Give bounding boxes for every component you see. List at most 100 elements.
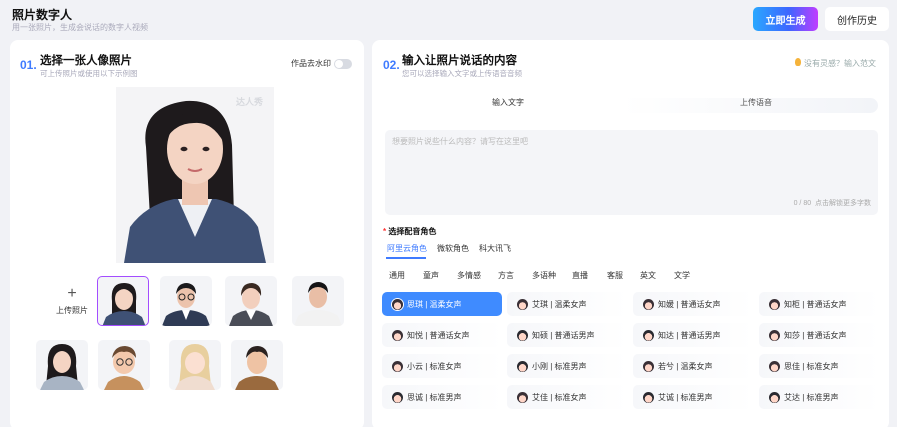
- voice-option-label: 知硕 | 普通话男声: [532, 330, 595, 340]
- history-button[interactable]: 创作历史: [825, 7, 889, 31]
- tab-iflytek-voices[interactable]: 科大讯飞: [479, 243, 511, 254]
- step-subtitle: 您可以选择输入文字或上传语音音频: [402, 69, 522, 78]
- voice-option[interactable]: 艾佳 | 标准女声: [507, 385, 627, 409]
- voice-avatar-icon: [643, 391, 654, 403]
- voice-option[interactable]: 知莎 | 普通话女声: [759, 323, 879, 347]
- content-panel: 02. 输入让照片说话的内容 您可以选择输入文字或上传语音音频 没有灵感？输入范…: [372, 40, 889, 427]
- voice-option[interactable]: 知悦 | 普通话女声: [382, 323, 502, 347]
- category-live[interactable]: 直播: [572, 270, 588, 281]
- voice-option[interactable]: 知媛 | 普通话女声: [633, 292, 753, 316]
- tab-aliyun-voices[interactable]: 阿里云角色: [387, 243, 427, 254]
- voice-option-label: 知媛 | 普通话女声: [658, 299, 721, 309]
- sample-text-link[interactable]: 没有灵感？输入范文: [795, 58, 876, 69]
- header: 照片数字人 用一张照片，生成会说话的数字人视频 立即生成 创作历史: [0, 0, 897, 40]
- upload-label: 上传照片: [56, 306, 88, 315]
- voice-avatar-icon: [392, 298, 403, 310]
- required-mark: *: [383, 227, 387, 236]
- category-english[interactable]: 英文: [640, 270, 656, 281]
- voice-option-label: 小刚 | 标准男声: [532, 361, 587, 371]
- voice-option-label: 知柜 | 普通话女声: [784, 299, 847, 309]
- voice-option[interactable]: 思琪 | 温柔女声: [382, 292, 502, 316]
- textarea-placeholder: 想要照片说些什么内容？请写在这里吧: [392, 137, 528, 146]
- voice-avatar-icon: [769, 298, 780, 310]
- voice-option[interactable]: 知硕 | 普通话男声: [507, 323, 627, 347]
- selected-portrait: 达人秀: [116, 87, 274, 263]
- step-title: 选择一张人像照片: [40, 55, 132, 67]
- voice-option[interactable]: 知柜 | 普通话女声: [759, 292, 879, 316]
- thumbnail-woman-blazer[interactable]: [97, 276, 149, 326]
- voice-option-label: 艾琪 | 温柔女声: [532, 299, 587, 309]
- voice-option-label: 艾佳 | 标准女声: [532, 392, 587, 402]
- voice-option[interactable]: 知达 | 普通话男声: [633, 323, 753, 347]
- voice-option-label: 思琪 | 温柔女声: [407, 299, 462, 309]
- category-general[interactable]: 通用: [389, 270, 405, 281]
- tab-upload-audio[interactable]: 上传语音: [740, 97, 772, 108]
- voice-option-label: 若兮 | 温柔女声: [658, 361, 713, 371]
- portrait-image: [124, 100, 266, 263]
- tab-microsoft-voices[interactable]: 微软角色: [437, 243, 469, 254]
- voice-avatar-icon: [643, 329, 654, 341]
- watermark-toggle[interactable]: [334, 59, 352, 69]
- voice-avatar-icon: [517, 298, 528, 310]
- voice-option-label: 小云 | 标准女声: [407, 361, 462, 371]
- generate-button[interactable]: 立即生成: [753, 7, 818, 31]
- voice-option[interactable]: 小刚 | 标准男声: [507, 354, 627, 378]
- voice-avatar-icon: [769, 391, 780, 403]
- thumbnail-cartoon-boy[interactable]: [98, 340, 150, 390]
- voice-avatar-icon: [643, 298, 654, 310]
- voice-option[interactable]: 思佳 | 标准女声: [759, 354, 879, 378]
- category-emotion[interactable]: 多情感: [457, 270, 481, 281]
- voice-avatar-icon: [769, 360, 780, 372]
- thumbnail-cartoon-girl[interactable]: [169, 340, 221, 390]
- script-textarea[interactable]: 想要照片说些什么内容？请写在这里吧 0 / 80 点击解锁更多字数: [385, 130, 878, 215]
- voice-option-label: 思诚 | 标准男声: [407, 392, 462, 402]
- voice-option[interactable]: 艾诚 | 标准男声: [633, 385, 753, 409]
- voice-option-label: 思佳 | 标准女声: [784, 361, 839, 371]
- category-service[interactable]: 客服: [607, 270, 623, 281]
- unlock-more-chars[interactable]: 点击解锁更多字数: [815, 200, 871, 207]
- category-literature[interactable]: 文学: [674, 270, 690, 281]
- voice-section-label: * 选择配音角色: [383, 227, 437, 236]
- page-subtitle: 用一张照片，生成会说话的数字人视频: [12, 23, 148, 32]
- voice-option[interactable]: 若兮 | 温柔女声: [633, 354, 753, 378]
- voice-option-label: 知莎 | 普通话女声: [784, 330, 847, 340]
- voice-avatar-icon: [392, 360, 403, 372]
- voice-avatar-icon: [769, 329, 780, 341]
- voice-option[interactable]: 艾琪 | 温柔女声: [507, 292, 627, 316]
- thumbnail-cartoon-man[interactable]: [231, 340, 283, 390]
- category-dialect[interactable]: 方言: [498, 270, 514, 281]
- photo-watermark: 达人秀: [236, 97, 264, 107]
- voice-avatar-icon: [392, 391, 403, 403]
- step-number: 01.: [20, 58, 37, 72]
- voice-avatar-icon: [643, 360, 654, 372]
- voice-option-label: 艾诚 | 标准男声: [658, 392, 713, 402]
- sample-text-label: 没有灵感？输入范文: [804, 59, 876, 68]
- tab-text-input[interactable]: 输入文字: [492, 97, 524, 108]
- photo-panel: 01. 选择一张人像照片 可上传照片或使用以下示例图 作品去水印 达人秀 + 上…: [10, 40, 364, 427]
- thumbnail-man-glasses[interactable]: [160, 276, 212, 326]
- voice-avatar-icon: [517, 360, 528, 372]
- category-multilingual[interactable]: 多语种: [532, 270, 556, 281]
- category-child[interactable]: 童声: [423, 270, 439, 281]
- watermark-label: 作品去水印: [291, 59, 331, 68]
- voice-option-label: 知达 | 普通话男声: [658, 330, 721, 340]
- active-tab-indicator: [386, 257, 426, 259]
- voice-option-label: 艾达 | 标准男声: [784, 392, 839, 402]
- step-subtitle: 可上传照片或使用以下示例图: [40, 69, 138, 78]
- step-number: 02.: [383, 58, 400, 72]
- step-title: 输入让照片说话的内容: [402, 55, 517, 67]
- voice-avatar-icon: [392, 329, 403, 341]
- thumbnail-woman-casual[interactable]: [36, 340, 88, 390]
- upload-photo-button[interactable]: + 上传照片: [46, 275, 98, 327]
- voice-avatar-icon: [517, 391, 528, 403]
- lightbulb-icon: [795, 58, 801, 66]
- voice-option[interactable]: 思诚 | 标准男声: [382, 385, 502, 409]
- page-title: 照片数字人: [12, 8, 73, 22]
- voice-option[interactable]: 小云 | 标准女声: [382, 354, 502, 378]
- voice-option-label: 知悦 | 普通话女声: [407, 330, 470, 340]
- voice-option[interactable]: 艾达 | 标准男声: [759, 385, 879, 409]
- plus-icon: +: [67, 285, 77, 302]
- voice-avatar-icon: [517, 329, 528, 341]
- thumbnail-man-tshirt[interactable]: [292, 276, 344, 326]
- thumbnail-woman-suit[interactable]: [225, 276, 277, 326]
